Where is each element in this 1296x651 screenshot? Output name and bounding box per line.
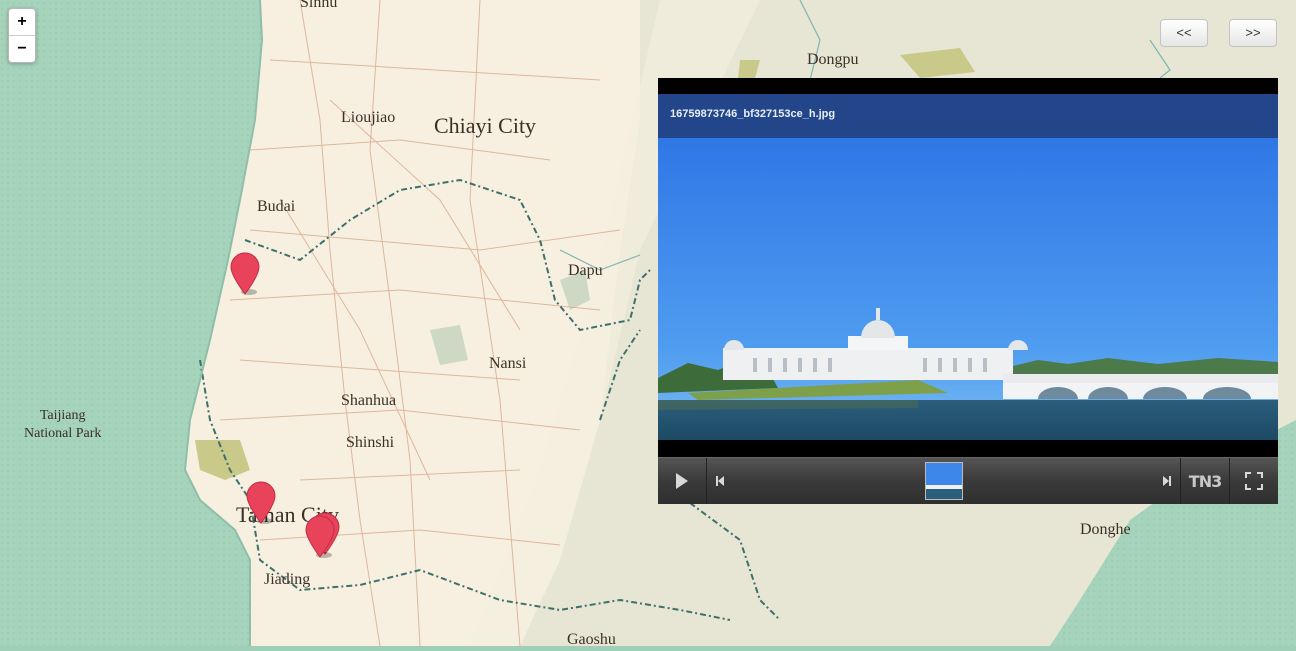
- brand-label: TN3: [1188, 471, 1222, 491]
- next-image-button[interactable]: [1154, 458, 1180, 504]
- place-label-gaoshu: Gaoshu: [567, 631, 616, 648]
- map-marker-icon[interactable]: [304, 515, 336, 559]
- play-icon: [676, 473, 688, 489]
- zoom-out-button[interactable]: −: [9, 35, 35, 62]
- map-marker-icon[interactable]: [229, 252, 261, 296]
- place-label-liujiao: Lioujiao: [341, 109, 396, 126]
- image-filename: 16759873746_bf327153ce_h.jpg: [670, 108, 836, 120]
- place-label-taijiang: Taijiang National Park: [24, 408, 102, 441]
- gallery-photo[interactable]: [658, 138, 1278, 440]
- previous-button[interactable]: <<: [1160, 19, 1208, 47]
- thumbnail-image: [926, 463, 962, 499]
- place-label-nansi: Nansi: [489, 355, 527, 372]
- place-label-jiading: Jiading: [264, 571, 311, 588]
- place-label-dapu: Dapu: [568, 262, 603, 279]
- image-thumbnail[interactable]: [925, 462, 963, 500]
- fullscreen-icon: [1245, 472, 1263, 490]
- place-label-shinshi: Shinshi: [346, 434, 395, 451]
- skip-forward-icon: [1163, 476, 1171, 486]
- place-label-shanhua: Shanhua: [341, 392, 397, 409]
- place-label-donghe: Donghe: [1080, 521, 1131, 538]
- zoom-control: + −: [8, 8, 36, 63]
- image-gallery: 16759873746_bf327153ce_h.jpg TN3: [658, 78, 1278, 504]
- brand-logo: TN3: [1181, 458, 1229, 504]
- gallery-controls: TN3: [658, 457, 1278, 504]
- previous-image-button[interactable]: [707, 458, 733, 504]
- skip-back-icon: [716, 476, 724, 486]
- gallery-titlebar: 16759873746_bf327153ce_h.jpg: [658, 94, 1278, 138]
- map-marker-icon[interactable]: [245, 481, 277, 525]
- place-label-sinhu: Sinhu: [300, 0, 338, 11]
- play-button[interactable]: [658, 458, 706, 504]
- zoom-in-button[interactable]: +: [9, 9, 35, 35]
- fullscreen-button[interactable]: [1230, 458, 1278, 504]
- place-label-chiayi: Chiayi City: [434, 113, 537, 138]
- place-label-dongpu: Dongpu: [807, 51, 859, 68]
- next-button[interactable]: >>: [1229, 19, 1277, 47]
- place-label-budai: Budai: [257, 198, 296, 215]
